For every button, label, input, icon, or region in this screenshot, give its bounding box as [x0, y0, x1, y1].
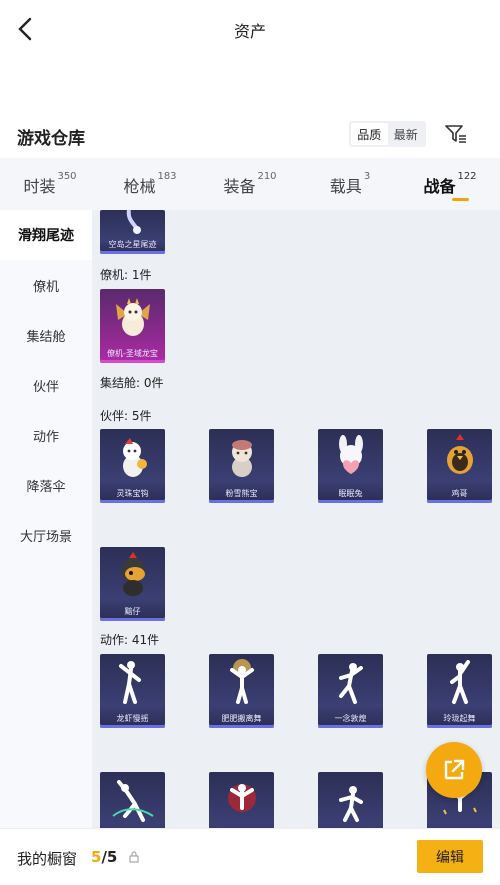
- sidebar: 滑翔尾迹 僚机 集结舱 伙伴 动作 降落伞 大厅场景: [0, 210, 92, 828]
- tab-label: 枪械: [123, 177, 156, 196]
- tab-label: 装备: [223, 177, 256, 196]
- top-bar: 资产: [0, 0, 500, 58]
- tab-fashion[interactable]: 时装 350: [0, 158, 100, 210]
- tab-count: 3: [363, 171, 371, 182]
- group-label-wingman: 僚机: 1件: [100, 268, 152, 282]
- share-button[interactable]: [426, 742, 482, 798]
- tab-label: 载具: [329, 177, 362, 196]
- dance-pose-icon: [318, 654, 383, 710]
- item-name: 僚机-圣域龙宝: [107, 349, 158, 358]
- item-name: 一念敦煌: [334, 714, 367, 723]
- item-card[interactable]: 肥肥搬离舞: [209, 654, 274, 728]
- tab-count: 350: [57, 171, 77, 182]
- item-name: 龙虾慢摇: [116, 714, 149, 723]
- tab-battle-gear[interactable]: 战备 122: [400, 158, 500, 210]
- partner-figure-icon: [100, 429, 165, 485]
- dance-pose-icon: [100, 772, 165, 828]
- item-card[interactable]: 眠眠兔: [318, 429, 383, 503]
- item-name: 粉雪熊宝: [225, 489, 258, 498]
- share-icon: [444, 759, 465, 780]
- sort-latest-option[interactable]: 最新: [388, 123, 425, 145]
- item-name: 灵珠宝钩: [116, 489, 149, 498]
- sidebar-item-capsule[interactable]: 集结舱: [0, 310, 92, 360]
- group-label-partner: 伙伴: 5件: [100, 409, 152, 423]
- tab-label: 时装: [23, 177, 56, 196]
- item-card[interactable]: 灵珠宝钩: [100, 429, 165, 503]
- showcase-label: 我的橱窗: [17, 850, 78, 868]
- showcase-count: 5/5: [91, 848, 117, 866]
- item-card[interactable]: 玲珑起舞: [427, 654, 492, 728]
- page-title: 资产: [233, 22, 266, 41]
- item-name: 空岛之星尾迹: [108, 240, 157, 249]
- active-tab-indicator: [452, 198, 469, 201]
- bottom-bar: 我的橱窗 5/5 编辑: [0, 828, 500, 885]
- tab-weapons[interactable]: 枪械 183: [100, 158, 200, 210]
- dance-pose-icon: [209, 654, 274, 710]
- item-card[interactable]: [209, 772, 274, 828]
- section-header: 游戏仓库 品质 最新: [0, 112, 500, 157]
- item-card[interactable]: [318, 772, 383, 828]
- item-name: 肥肥搬离舞: [221, 714, 262, 723]
- item-card[interactable]: 空岛之星尾迹: [100, 210, 165, 254]
- partner-figure-icon: [100, 547, 165, 603]
- tab-count: 183: [157, 171, 177, 182]
- sidebar-item-glide-trail[interactable]: 滑翔尾迹: [0, 210, 92, 260]
- dragon-pet-icon: [100, 289, 165, 345]
- dance-pose-icon: [427, 654, 492, 710]
- tab-label: 战备: [423, 177, 456, 196]
- item-name: 眠眠兔: [338, 489, 363, 498]
- sidebar-item-lobby-scene[interactable]: 大厅场景: [0, 510, 92, 560]
- item-card[interactable]: [100, 772, 165, 828]
- filter-icon: [445, 125, 466, 143]
- item-name: 黯仔: [124, 607, 141, 616]
- showcase-current: 5: [91, 848, 102, 866]
- tab-count: 210: [257, 171, 277, 182]
- dance-pose-icon: [318, 772, 383, 828]
- filter-button[interactable]: [443, 121, 469, 147]
- lock-icon: [129, 851, 139, 863]
- group-label-action: 动作: 41件: [100, 633, 160, 647]
- sidebar-item-wingman[interactable]: 僚机: [0, 260, 92, 310]
- item-card[interactable]: 一念敦煌: [318, 654, 383, 728]
- item-art: [100, 210, 165, 240]
- item-name: 鸡哥: [451, 489, 468, 498]
- category-tabs: 时装 350 枪械 183 装备 210 载具 3 战备 122: [0, 158, 500, 210]
- sort-toggle: 品质 最新: [349, 121, 426, 147]
- item-card[interactable]: 僚机-圣域龙宝: [100, 289, 165, 363]
- showcase-total: /5: [101, 848, 118, 866]
- tab-vehicles[interactable]: 载具 3: [300, 158, 400, 210]
- partner-figure-icon: [318, 429, 383, 485]
- sidebar-item-action[interactable]: 动作: [0, 410, 92, 460]
- dance-pose-icon: [209, 772, 274, 828]
- dance-pose-icon: [100, 654, 165, 710]
- edit-button[interactable]: 编辑: [417, 840, 483, 873]
- item-card[interactable]: 黯仔: [100, 547, 165, 621]
- item-card[interactable]: 龙虾慢摇: [100, 654, 165, 728]
- section-title: 游戏仓库: [17, 129, 85, 149]
- sort-quality-option[interactable]: 品质: [351, 123, 388, 145]
- item-name: 玲珑起舞: [443, 714, 476, 723]
- sidebar-item-parachute[interactable]: 降落伞: [0, 460, 92, 510]
- partner-figure-icon: [427, 429, 492, 485]
- item-grid: 空岛之星尾迹 僚机: 1件 僚机-圣域龙宝 集结舱: 0件 伙伴: 5件 灵珠宝…: [92, 210, 500, 828]
- item-card[interactable]: 鸡哥: [427, 429, 492, 503]
- tab-count: 122: [457, 171, 477, 182]
- group-label-capsule: 集结舱: 0件: [100, 376, 164, 390]
- tab-equipment[interactable]: 装备 210: [200, 158, 300, 210]
- item-card[interactable]: 粉雪熊宝: [209, 429, 274, 503]
- sidebar-item-partner[interactable]: 伙伴: [0, 360, 92, 410]
- partner-figure-icon: [209, 429, 274, 485]
